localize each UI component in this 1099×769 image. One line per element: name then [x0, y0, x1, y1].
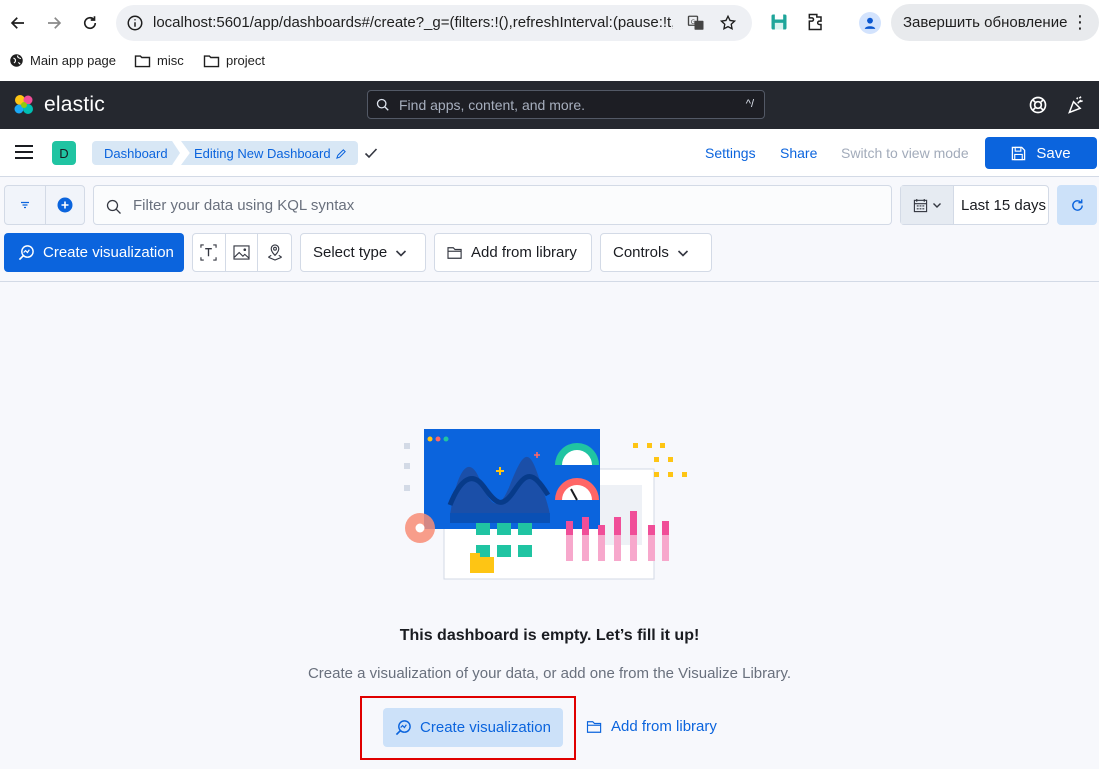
reload-button[interactable]: [78, 11, 102, 35]
arrow-right-icon: [48, 17, 62, 29]
globe-icon: [10, 54, 23, 67]
settings-link[interactable]: Settings: [705, 145, 756, 161]
filter-icon: [21, 201, 29, 209]
kql-query-input[interactable]: Filter your data using KQL syntax: [93, 185, 892, 225]
breadcrumb-label: Dashboard: [104, 145, 168, 161]
empty-state-description: Create a visualization of your data, or …: [307, 665, 792, 682]
empty-state-title: This dashboard is empty. Let’s fill it u…: [399, 627, 700, 644]
profile-avatar[interactable]: [859, 12, 881, 34]
save-disk-icon: [1012, 146, 1026, 160]
refresh-icon: [1071, 198, 1083, 211]
address-bar[interactable]: localhost:5601/app/dashboards#/create?_g…: [116, 5, 752, 41]
controls-button[interactable]: Controls: [600, 233, 712, 272]
add-text-button[interactable]: [193, 234, 226, 271]
folder-open-icon: [586, 720, 602, 733]
empty-state-create-visualization-label: Create visualization: [420, 719, 551, 736]
image-icon: [233, 245, 250, 260]
forward-button[interactable]: [42, 11, 66, 35]
map-pin-icon: [267, 244, 282, 261]
toolbar-quick-add-group: [192, 233, 292, 272]
elastic-logo-text: elastic: [44, 93, 105, 116]
toolbar-divider: [0, 281, 1099, 282]
chevron-down-icon: [396, 249, 407, 257]
kql-placeholder: Filter your data using KQL syntax: [133, 197, 355, 214]
browser-toolbar: localhost:5601/app/dashboards#/create?_g…: [0, 0, 1099, 46]
toolbar-create-visualization-label: Create visualization: [43, 244, 174, 261]
extensions-puzzle-icon[interactable]: [806, 12, 826, 32]
empty-state-add-from-library-link[interactable]: Add from library: [586, 718, 717, 735]
dashboard-top-nav: D Dashboard Editing New Dashboard Settin…: [0, 129, 1099, 177]
switch-to-view-mode-link[interactable]: Switch to view mode: [841, 145, 969, 161]
text-icon: [200, 244, 217, 261]
controls-label: Controls: [613, 244, 669, 261]
global-search-shortcut: ^/: [745, 98, 754, 110]
save-extension-icon[interactable]: [769, 12, 789, 32]
save-button-label: Save: [1036, 144, 1071, 162]
folder-icon: [203, 54, 220, 67]
bookmark-label: Main app page: [30, 53, 117, 68]
share-link[interactable]: Share: [780, 145, 817, 161]
lens-icon: [18, 245, 34, 261]
global-search-input[interactable]: Find apps, content, and more. ^/: [367, 90, 765, 119]
save-button[interactable]: Save: [985, 137, 1097, 169]
search-icon: [106, 199, 121, 214]
chevron-down-icon: [932, 203, 941, 208]
add-filter-button[interactable]: [46, 186, 84, 224]
bookmarks-bar: Main app page misc project: [0, 46, 1099, 81]
newsfeed-cheer-icon[interactable]: [1066, 95, 1086, 115]
bookmark-star-icon[interactable]: [719, 14, 737, 32]
breadcrumb-label: Editing New Dashboard: [194, 145, 331, 161]
breadcrumb-dashboard[interactable]: Dashboard: [92, 141, 180, 165]
browser-update-label: Завершить обновление: [903, 14, 1068, 31]
svg-text:G: G: [691, 19, 696, 26]
add-image-button[interactable]: [226, 234, 259, 271]
arrow-left-icon: [10, 17, 24, 29]
bookmark-main-app-page[interactable]: Main app page: [9, 53, 116, 68]
toolbar-add-from-library-button[interactable]: Add from library: [434, 233, 592, 272]
back-button[interactable]: [6, 11, 30, 35]
select-type-button[interactable]: Select type: [300, 233, 426, 272]
toolbar-create-visualization-button[interactable]: Create visualization: [4, 233, 184, 272]
empty-state-create-visualization-button[interactable]: Create visualization: [383, 708, 563, 747]
check-icon[interactable]: [364, 146, 378, 160]
chevron-down-icon: [677, 249, 688, 257]
date-picker: Last 15 days: [900, 185, 1049, 225]
translate-icon[interactable]: G: [687, 14, 705, 32]
global-search-placeholder: Find apps, content, and more.: [399, 97, 585, 113]
bookmark-label: project: [226, 53, 266, 68]
refresh-button[interactable]: [1057, 185, 1097, 225]
menu-hamburger-icon[interactable]: [15, 145, 33, 159]
add-map-button[interactable]: [258, 234, 291, 271]
quick-date-menu-button[interactable]: [901, 186, 954, 224]
kebab-menu-icon: ⋮: [1071, 12, 1089, 32]
url-text[interactable]: localhost:5601/app/dashboards#/create?_g…: [153, 14, 673, 31]
bookmark-label: misc: [157, 53, 184, 68]
space-avatar[interactable]: D: [52, 141, 76, 165]
date-range-text[interactable]: Last 15 days: [961, 197, 1046, 214]
bookmark-project[interactable]: project: [203, 53, 265, 68]
elastic-logo[interactable]: elastic: [12, 93, 105, 117]
filter-options-button[interactable]: [5, 186, 46, 224]
folder-open-icon: [447, 246, 462, 259]
select-type-label: Select type: [313, 244, 388, 261]
toolbar-add-from-library-label: Add from library: [471, 244, 577, 261]
filter-button-group: [4, 185, 85, 225]
lens-icon: [395, 720, 411, 736]
pencil-icon: [335, 148, 346, 159]
site-info-icon[interactable]: [126, 14, 144, 32]
calendar-icon: [913, 198, 927, 212]
browser-update-button[interactable]: Завершить обновление ⋮: [891, 4, 1099, 41]
breadcrumb-editing-dashboard[interactable]: Editing New Dashboard: [181, 141, 358, 165]
help-lifebuoy-icon[interactable]: [1028, 95, 1048, 115]
kibana-header: elastic Find apps, content, and more. ^/: [0, 81, 1099, 129]
search-icon: [376, 98, 389, 111]
elastic-logo-icon: [14, 95, 33, 114]
empty-state-add-from-library-label: Add from library: [611, 718, 717, 735]
reload-icon: [83, 16, 97, 30]
empty-dashboard-illustration: [404, 429, 687, 580]
person-icon: [864, 17, 876, 29]
bookmark-misc[interactable]: misc: [134, 53, 184, 68]
folder-icon: [134, 54, 151, 67]
plus-circle-icon: [57, 197, 73, 213]
